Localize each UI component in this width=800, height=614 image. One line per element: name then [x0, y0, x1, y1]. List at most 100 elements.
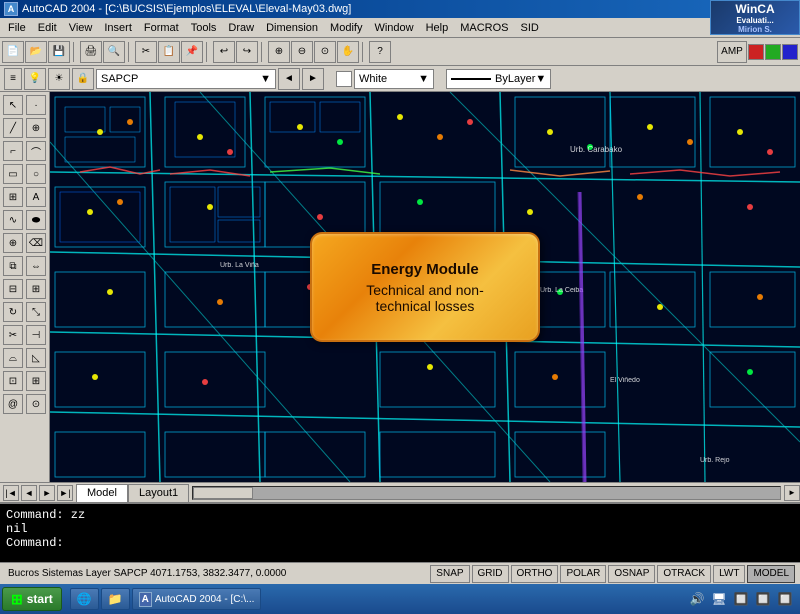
menu-insert[interactable]: Insert — [98, 21, 138, 35]
help-btn[interactable]: ? — [369, 41, 391, 63]
zoom-prev-btn[interactable]: ⊖ — [291, 41, 313, 63]
move-tool[interactable]: ⊕ — [3, 233, 23, 253]
cut-btn[interactable]: ✂ — [135, 41, 157, 63]
circle-tool[interactable]: ○ — [26, 164, 46, 184]
tool-row-5: ⊞ A — [2, 186, 47, 208]
text-tool[interactable]: A — [26, 187, 46, 207]
next-btn[interactable]: ► — [39, 485, 55, 501]
color-dropdown[interactable]: White ▼ — [354, 69, 434, 89]
xref-tool[interactable]: ⊙ — [26, 394, 46, 414]
copy-btn[interactable]: 📋 — [158, 41, 180, 63]
trim-tool[interactable]: ✂ — [3, 325, 23, 345]
save-btn[interactable]: 💾 — [48, 41, 70, 63]
menu-sid[interactable]: SID — [514, 21, 544, 35]
lock-icon[interactable]: 🔒 — [72, 68, 94, 90]
tab-layout1[interactable]: Layout1 — [128, 484, 189, 502]
osnap-btn[interactable]: OSNAP — [608, 565, 655, 583]
tab-model[interactable]: Model — [76, 484, 128, 502]
network-icon[interactable]: 🖥 — [710, 590, 728, 608]
pan-btn[interactable]: ✋ — [337, 41, 359, 63]
menu-modify[interactable]: Modify — [324, 21, 368, 35]
polar-btn[interactable]: POLAR — [560, 565, 606, 583]
ie-btn[interactable]: 🌐 — [70, 588, 99, 610]
mirror-tool[interactable]: ⇔ — [26, 256, 46, 276]
chamfer-tool[interactable]: ◺ — [26, 348, 46, 368]
left-toolbox: ↖ · ╱ ⊕ ⌐ ⌒ ▭ ○ ⊞ A ∿ ⬬ ⊕ ⌫ ⧉ ⇔ — [0, 92, 50, 482]
select-tool[interactable]: ↖ — [3, 95, 23, 115]
zoom-window-btn[interactable]: ⊕ — [268, 41, 290, 63]
extend-tool[interactable]: ⊣ — [26, 325, 46, 345]
ellipse-tool[interactable]: ⬬ — [26, 210, 46, 230]
h-scrollbar-thumb[interactable] — [193, 487, 253, 499]
new-btn[interactable]: 📄 — [2, 41, 24, 63]
otrack-btn[interactable]: OTRACK — [657, 565, 711, 583]
snap-btn[interactable]: SNAP — [430, 565, 469, 583]
model-btn[interactable]: MODEL — [747, 565, 795, 583]
rotate-tool[interactable]: ↻ — [3, 302, 23, 322]
autocad-taskbar-btn[interactable]: A AutoCAD 2004 - [C:\... — [132, 588, 262, 610]
next-last-btn[interactable]: ►| — [57, 485, 73, 501]
arc-tool[interactable]: ⌒ — [26, 141, 46, 161]
linetype-dropdown[interactable]: ByLayer ▼ — [446, 69, 551, 89]
menu-dimension[interactable]: Dimension — [260, 21, 324, 35]
menu-edit[interactable]: Edit — [32, 21, 63, 35]
h-scrollbar-track[interactable] — [192, 486, 781, 500]
rect-tool[interactable]: ▭ — [3, 164, 23, 184]
blue-box[interactable] — [782, 44, 798, 60]
menu-macros[interactable]: MACROS — [454, 21, 514, 35]
copy-obj-tool[interactable]: ⧉ — [3, 256, 23, 276]
lwt-btn[interactable]: LWT — [713, 565, 745, 583]
layer-dropdown[interactable]: SAPCP ▼ — [96, 69, 276, 89]
green-box[interactable] — [765, 44, 781, 60]
tool-row-6: ∿ ⬬ — [2, 209, 47, 231]
menu-tools[interactable]: Tools — [185, 21, 223, 35]
layer-icon[interactable]: ≡ — [4, 68, 22, 90]
hatch-tool[interactable]: ⊞ — [3, 187, 23, 207]
drawing-canvas[interactable]: Urb. Carabako Urb. La Viña Urb. La Ceiba… — [50, 92, 800, 482]
layer-prev-btn[interactable]: ◄ — [278, 68, 300, 90]
menu-help[interactable]: Help — [420, 21, 455, 35]
break-tool[interactable]: ⌓ — [3, 348, 23, 368]
block-tool[interactable]: ⊡ — [3, 371, 23, 391]
bulb-icon[interactable]: 💡 — [24, 68, 46, 90]
attrib-tool[interactable]: @ — [3, 394, 23, 414]
red-box[interactable] — [748, 44, 764, 60]
undo-btn[interactable]: ↩ — [213, 41, 235, 63]
array-tool[interactable]: ⊞ — [26, 279, 46, 299]
volume-icon[interactable]: 🔊 — [688, 590, 706, 608]
preview-btn[interactable]: 🔍 — [103, 41, 125, 63]
spline-tool[interactable]: ∿ — [3, 210, 23, 230]
ortho-btn[interactable]: ORTHO — [511, 565, 559, 583]
grid-btn[interactable]: GRID — [472, 565, 509, 583]
taskbar-icon3[interactable]: 🔲 — [776, 590, 794, 608]
menu-draw[interactable]: Draw — [222, 21, 260, 35]
prev-btn[interactable]: ◄ — [21, 485, 37, 501]
line-tool[interactable]: ╱ — [3, 118, 23, 138]
layer-next-btn[interactable]: ► — [302, 68, 324, 90]
zoom-tool[interactable]: ⊕ — [26, 118, 46, 138]
open-btn[interactable]: 📂 — [25, 41, 47, 63]
point-tool[interactable]: · — [26, 95, 46, 115]
zoom-all-btn[interactable]: ⊙ — [314, 41, 336, 63]
scale-tool[interactable]: ⤡ — [26, 302, 46, 322]
redo-btn[interactable]: ↪ — [236, 41, 258, 63]
menu-view[interactable]: View — [63, 21, 99, 35]
scroll-right-btn[interactable]: ► — [784, 485, 800, 501]
paste-btn[interactable]: 📌 — [181, 41, 203, 63]
pline-tool[interactable]: ⌐ — [3, 141, 23, 161]
amp-btn[interactable]: AMP — [717, 41, 747, 63]
taskbar-icon2[interactable]: 🔲 — [754, 590, 772, 608]
print-btn[interactable]: 🖨 — [80, 41, 102, 63]
explorer-btn[interactable]: 📁 — [101, 588, 130, 610]
prev-first-btn[interactable]: |◄ — [3, 485, 19, 501]
taskbar-icon1[interactable]: 🔲 — [732, 590, 750, 608]
cmd-line-3: Command: — [6, 536, 794, 550]
erase-tool[interactable]: ⌫ — [26, 233, 46, 253]
offset-tool[interactable]: ⊟ — [3, 279, 23, 299]
menu-file[interactable]: File — [2, 21, 32, 35]
menu-format[interactable]: Format — [138, 21, 185, 35]
start-button[interactable]: ⊞ start — [2, 587, 62, 611]
sun-icon[interactable]: ☀ — [48, 68, 70, 90]
insert-tool[interactable]: ⊞ — [26, 371, 46, 391]
menu-window[interactable]: Window — [368, 21, 419, 35]
